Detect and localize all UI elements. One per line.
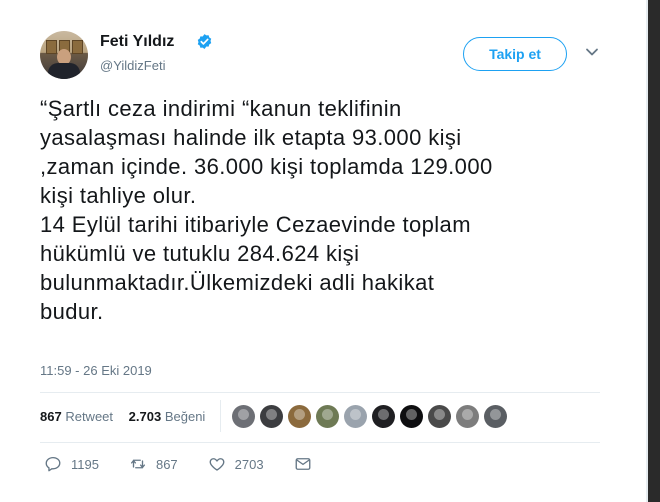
avatar-body (48, 63, 80, 79)
retweet-icon (130, 459, 146, 469)
liker-avatar-face (266, 409, 277, 420)
liker-avatar[interactable] (456, 405, 479, 428)
heart-icon (209, 458, 225, 471)
liker-avatar[interactable] (232, 405, 255, 428)
retweet-button[interactable]: 867 (129, 455, 178, 473)
liker-avatar-face (490, 409, 501, 420)
like-button[interactable]: 2703 (208, 455, 264, 473)
retweet-label: Retweet (65, 409, 114, 424)
retweet-action-count: 867 (155, 456, 178, 472)
reply-icon (45, 456, 61, 472)
liker-avatar[interactable] (316, 405, 339, 428)
liker-avatar-face (294, 409, 305, 420)
reply-count: 1195 (71, 456, 99, 472)
tweet-card: Feti Yıldız @YildizFeti Takip et “Şartlı… (40, 0, 638, 502)
chevron-down-icon[interactable] (585, 47, 599, 57)
user-name[interactable]: Feti Yıldız (100, 33, 174, 51)
user-handle[interactable]: @YildizFeti (100, 58, 165, 73)
stat-divider (220, 400, 221, 432)
avatar[interactable] (40, 31, 88, 79)
liker-avatar[interactable] (372, 405, 395, 428)
liker-avatar[interactable] (484, 405, 507, 428)
divider (40, 392, 600, 393)
liker-avatar-face (378, 409, 389, 420)
tweet-stats: 867 Retweet 2.703 Beğeni (40, 409, 217, 424)
like-count: 2.703 (128, 409, 162, 424)
retweet-stat[interactable]: 867 Retweet (40, 409, 113, 424)
verified-badge-icon (197, 34, 212, 49)
liker-avatar[interactable] (400, 405, 423, 428)
liker-avatar-face (350, 409, 361, 420)
liker-avatar-face (462, 409, 473, 420)
divider (40, 442, 600, 443)
liker-avatar[interactable] (288, 405, 311, 428)
avatar-frame (72, 40, 83, 54)
tweet-text: “Şartlı ceza indirimi “kanun teklifinin … (40, 96, 493, 324)
liker-avatar-face (322, 409, 333, 420)
liker-avatar[interactable] (260, 405, 283, 428)
reply-button[interactable]: 1195 (44, 455, 99, 473)
liker-avatar-face (238, 409, 249, 420)
like-stat[interactable]: 2.703 Beğeni (129, 409, 206, 424)
liker-avatar-face (406, 409, 417, 420)
window-edge (648, 0, 660, 502)
tweet-actions: 1195 867 2703 (44, 455, 351, 473)
liker-avatar[interactable] (344, 405, 367, 428)
retweet-count: 867 (40, 409, 62, 424)
avatar-frame (46, 40, 57, 54)
like-label: Beğeni (164, 409, 206, 424)
message-button[interactable] (294, 455, 321, 473)
follow-button[interactable]: Takip et (463, 37, 567, 71)
liker-avatar[interactable] (428, 405, 451, 428)
liker-avatars (232, 405, 512, 428)
tweet-timestamp[interactable]: 11:59 - 26 Eki 2019 (40, 363, 152, 378)
like-action-count: 2703 (234, 456, 264, 472)
direct-message-icon (295, 458, 311, 470)
liker-avatar-face (434, 409, 445, 420)
